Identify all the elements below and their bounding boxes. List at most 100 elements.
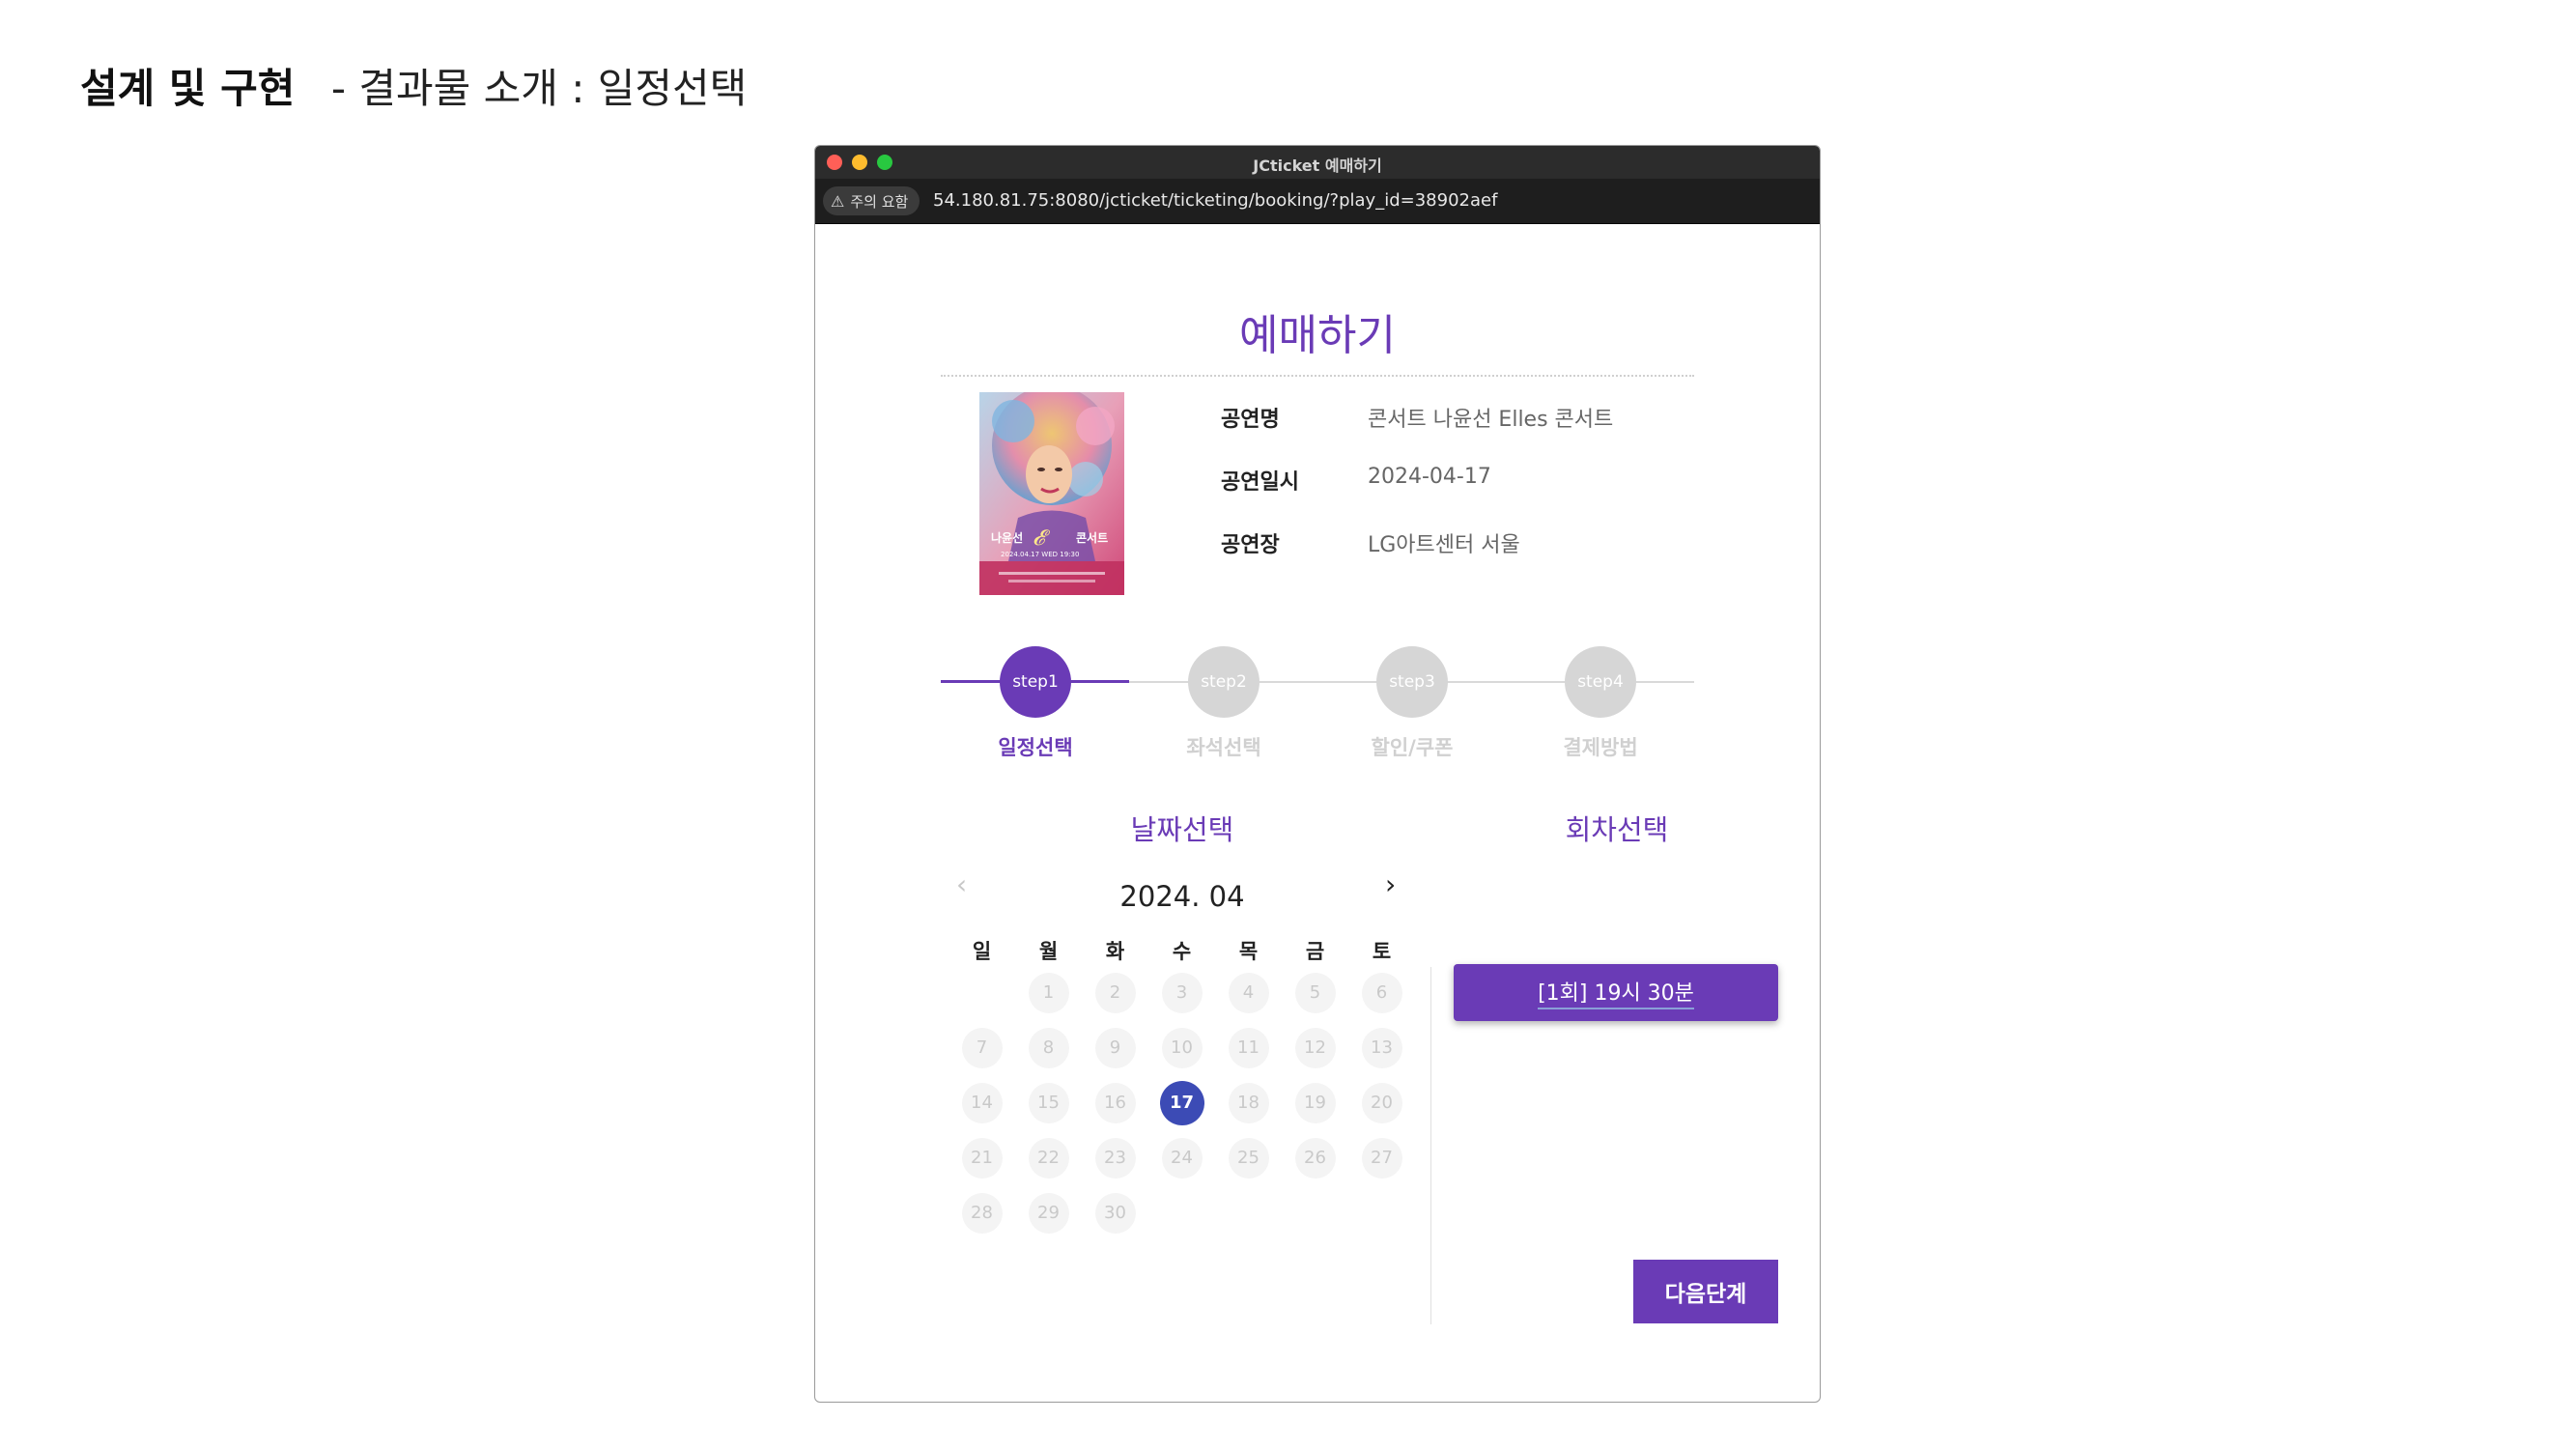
slide-title-main: 설계 및 구현: [80, 65, 296, 112]
security-warning-badge[interactable]: ⚠ 주의 요함: [823, 186, 920, 215]
calendar-day[interactable]: 11: [1215, 1027, 1282, 1068]
session-option-label: [1회] 19시 30분: [1538, 976, 1694, 1009]
weekday-label: 토: [1372, 940, 1392, 963]
calendar-day-number: 9: [1094, 1027, 1136, 1068]
info-value: LG아트센터 서울: [1368, 533, 1520, 557]
poster-text-left: 나윤선: [991, 530, 1023, 545]
url-field[interactable]: 54.180.81.75:8080/jcticket/ticketing/boo…: [933, 190, 1497, 211]
info-row-venue: 공연장 LG아트센터 서울: [1221, 527, 1613, 590]
poster-text-right: 콘서트: [1076, 530, 1108, 545]
calendar-day[interactable]: 2: [1082, 972, 1148, 1013]
calendar-day-number: 4: [1228, 972, 1269, 1013]
calendar-day[interactable]: 16: [1082, 1082, 1148, 1123]
calendar-day[interactable]: 22: [1015, 1137, 1082, 1179]
calendar-day-number: 13: [1361, 1027, 1402, 1068]
weekday-label: 금: [1305, 940, 1325, 963]
step-2-circle: step2: [1188, 646, 1260, 718]
step-1-circle: step1: [1000, 646, 1071, 718]
calendar-day-number: 26: [1294, 1137, 1336, 1179]
calendar-day-number: 8: [1028, 1027, 1069, 1068]
calendar-day-number: 16: [1094, 1082, 1136, 1123]
calendar-day-number: 19: [1294, 1082, 1336, 1123]
previous-month-button[interactable]: ‹: [956, 868, 967, 900]
calendar-day[interactable]: 27: [1348, 1137, 1415, 1179]
performance-info: 공연명 콘서트 나윤선 Elles 콘서트 공연일시 2024-04-17 공연…: [1221, 402, 1613, 590]
calendar-day[interactable]: 23: [1082, 1137, 1148, 1179]
calendar-day-number: 7: [961, 1027, 1003, 1068]
slide-title: 설계 및 구현 - 결과물 소개 : 일정선택: [80, 56, 747, 115]
step-3-circle: step3: [1376, 646, 1448, 718]
weekday-label: 수: [1172, 940, 1192, 963]
calendar-empty-cell-inner: [1362, 1193, 1402, 1234]
calendar-day-number: 12: [1294, 1027, 1336, 1068]
next-month-button[interactable]: ›: [1385, 868, 1396, 900]
session-option-button[interactable]: [1회] 19시 30분: [1454, 964, 1778, 1021]
window-titlebar: JCticket 예매하기: [815, 146, 1820, 179]
calendar-day[interactable]: 28: [948, 1192, 1015, 1234]
calendar-day[interactable]: 5: [1282, 972, 1348, 1013]
calendar-day[interactable]: 25: [1215, 1137, 1282, 1179]
calendar-day-number: 28: [961, 1192, 1003, 1234]
calendar-empty-cell-inner: [1229, 1193, 1269, 1234]
calendar-day[interactable]: 19: [1282, 1082, 1348, 1123]
calendar-empty-cell: [1215, 1193, 1282, 1234]
calendar-day-number: 21: [961, 1137, 1003, 1179]
slide-title-sub: - 결과물 소개 : 일정선택: [330, 65, 748, 112]
calendar-day[interactable]: 1: [1015, 972, 1082, 1013]
next-step-button[interactable]: 다음단계: [1633, 1260, 1778, 1323]
calendar-day[interactable]: 20: [1348, 1082, 1415, 1123]
calendar-day[interactable]: 13: [1348, 1027, 1415, 1068]
calendar-day-number: 5: [1294, 972, 1336, 1013]
calendar-day[interactable]: 18: [1215, 1082, 1282, 1123]
calendar-weekday-header: 일 월 화 수 목 금 토: [948, 936, 1415, 965]
step-3-label: 할인/쿠폰: [1371, 736, 1454, 759]
step-1-label: 일정선택: [998, 736, 1073, 759]
calendar-day[interactable]: 24: [1148, 1137, 1215, 1179]
calendar-empty-cell: [1148, 1193, 1215, 1234]
calendar-day[interactable]: 9: [1082, 1027, 1148, 1068]
warning-triangle-icon: ⚠: [831, 191, 845, 211]
calendar-day[interactable]: 29: [1015, 1192, 1082, 1234]
calendar-grid: 일 월 화 수 목 금 토 1 2 3 4 5 6 7 8 9 10 11 12 13 14 15 16 17 1…: [948, 936, 1415, 1240]
calendar-day[interactable]: 6: [1348, 972, 1415, 1013]
poster-date-line: 2024.04.17 WED 19:30: [1001, 551, 1079, 558]
info-label: 공연일시: [1221, 470, 1299, 495]
calendar-empty-cell: [948, 973, 1015, 1013]
calendar-day-number: 29: [1028, 1192, 1069, 1234]
calendar-week-row: 14 15 16 17 18 19 20: [948, 1075, 1415, 1130]
calendar-day-number: 14: [961, 1082, 1003, 1123]
calendar-day[interactable]: 14: [948, 1082, 1015, 1123]
calendar-empty-cell-inner: [1295, 1193, 1336, 1234]
calendar-day[interactable]: 4: [1215, 972, 1282, 1013]
calendar-day[interactable]: 15: [1015, 1082, 1082, 1123]
calendar-day-number: 3: [1161, 972, 1203, 1013]
calendar-day[interactable]: 30: [1082, 1192, 1148, 1234]
address-bar: ⚠ 주의 요함 54.180.81.75:8080/jcticket/ticke…: [815, 179, 1820, 224]
calendar-day-selected[interactable]: 17: [1148, 1080, 1215, 1125]
calendar-week-row: 7 8 9 10 11 12 13: [948, 1020, 1415, 1075]
calendar-week-row: 28 29 30: [948, 1185, 1415, 1240]
booking-stepper: step1 일정선택 step2 좌석선택 step3 할인/쿠폰 step4 …: [941, 639, 1694, 783]
column-divider: [1430, 967, 1431, 1324]
calendar-day[interactable]: 10: [1148, 1027, 1215, 1068]
weekday-label: 월: [1038, 940, 1059, 963]
calendar-day[interactable]: 12: [1282, 1027, 1348, 1068]
calendar-empty-cell-inner: [962, 973, 1003, 1013]
calendar-day[interactable]: 26: [1282, 1137, 1348, 1179]
calendar-day-number: 23: [1094, 1137, 1136, 1179]
info-value: 콘서트 나윤선 Elles 콘서트: [1368, 408, 1614, 432]
calendar-day-number: 1: [1028, 972, 1069, 1013]
calendar-empty-cell: [1282, 1193, 1348, 1234]
session-section-title: 회차선택: [1565, 813, 1669, 846]
calendar-day[interactable]: 21: [948, 1137, 1015, 1179]
info-row-title: 공연명 콘서트 나윤선 Elles 콘서트: [1221, 402, 1613, 465]
calendar-day[interactable]: 8: [1015, 1027, 1082, 1068]
calendar-day-number: 25: [1228, 1137, 1269, 1179]
page-title: 예매하기: [1239, 311, 1396, 360]
calendar-day[interactable]: 7: [948, 1027, 1015, 1068]
calendar-empty-cell-inner: [1162, 1193, 1203, 1234]
calendar-empty-cell: [1348, 1193, 1415, 1234]
calendar-day[interactable]: 3: [1148, 972, 1215, 1013]
calendar-week-row: 123456: [948, 965, 1415, 1020]
heading-divider: [941, 375, 1694, 377]
